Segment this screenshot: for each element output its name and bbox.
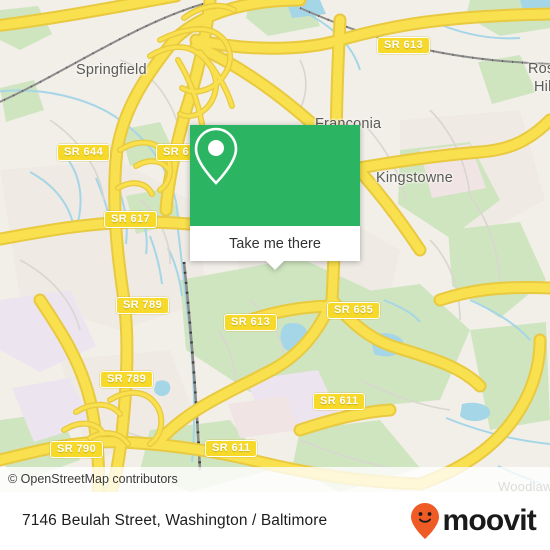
moovit-wordmark: moovit: [442, 504, 536, 537]
route-shield: SR 789: [116, 297, 170, 314]
route-shield: SR 644: [57, 144, 111, 161]
route-shield: SR 613: [377, 37, 431, 54]
popup-pointer-tail: [266, 261, 284, 270]
route-shield: SR 613: [224, 314, 278, 331]
moovit-pin-smiley-icon: [411, 503, 440, 539]
take-me-there-label: Take me there: [229, 235, 321, 252]
take-me-there-button[interactable]: Take me there: [190, 226, 360, 261]
location-popup-card[interactable]: Take me there: [190, 125, 360, 270]
route-shield: SR 790: [50, 441, 104, 458]
address-label: 7146 Beulah Street, Washington / Baltimo…: [22, 512, 328, 529]
route-shield: SR 635: [327, 302, 381, 319]
moovit-map-page: SpringfieldFranconiaKingstowneRoseHillWo…: [0, 0, 550, 550]
map-pin-icon: [194, 127, 238, 185]
footer-bar: 7146 Beulah Street, Washington / Baltimo…: [0, 492, 550, 550]
map-attribution: © OpenStreetMap contributors: [0, 467, 550, 492]
route-shield: SR 611: [205, 440, 258, 457]
route-shield: SR 611: [313, 393, 366, 410]
map-canvas[interactable]: SpringfieldFranconiaKingstowneRoseHillWo…: [0, 0, 550, 492]
route-shield: SR 789: [100, 371, 154, 388]
popup-header: [190, 125, 360, 226]
route-shield: SR 617: [104, 211, 158, 228]
moovit-logo[interactable]: moovit: [410, 502, 537, 540]
attribution-text: © OpenStreetMap contributors: [8, 472, 178, 486]
